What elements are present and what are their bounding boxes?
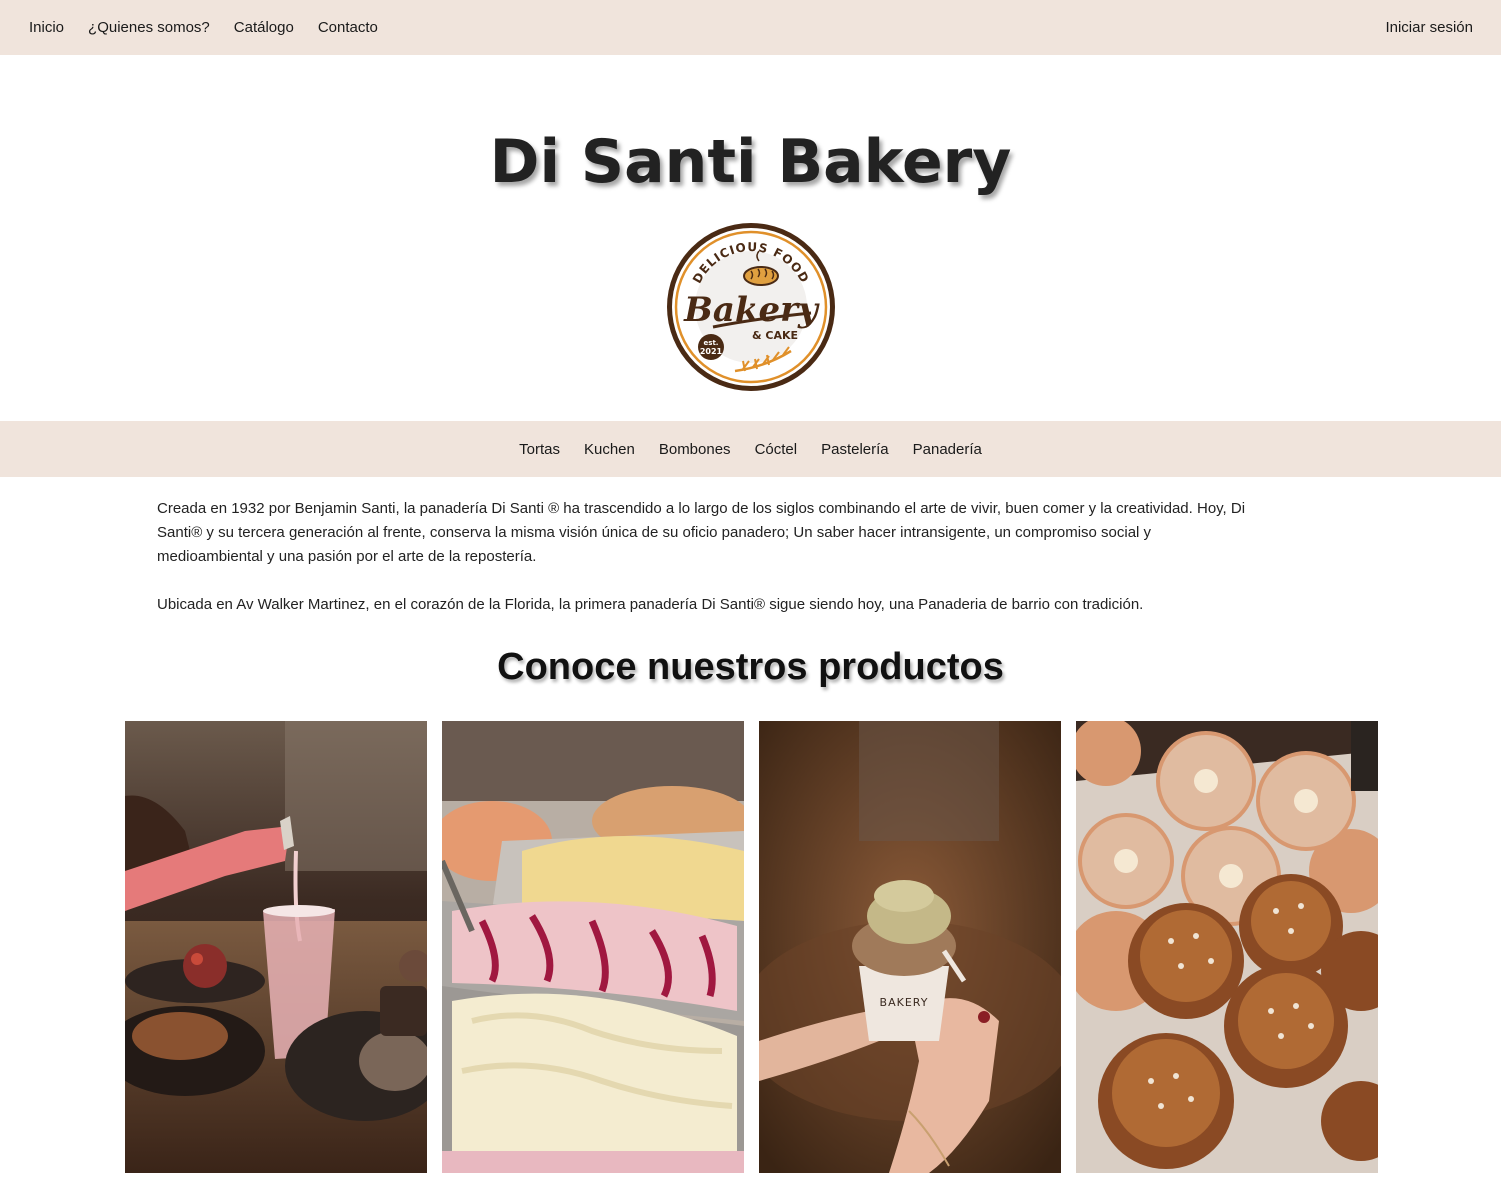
intro-paragraph-2: Ubicada en Av Walker Martinez, en el cor… xyxy=(157,596,1144,613)
category-link-bombones[interactable]: Bombones xyxy=(659,441,731,458)
nav-link-catalogo[interactable]: Catálogo xyxy=(234,19,294,36)
bakery-logo: DELICIOUS FOOD Bakery & CAKE est. 2021 xyxy=(0,221,1501,393)
logo-emblem-icon: DELICIOUS FOOD Bakery & CAKE est. 2021 xyxy=(666,223,835,391)
login-link[interactable]: Iniciar sesión xyxy=(1385,19,1473,36)
site-title: Di Santi Bakery xyxy=(489,127,1012,197)
category-navigation: Tortas Kuchen Bombones Cóctel Pastelería… xyxy=(0,421,1501,477)
product-image-drink[interactable] xyxy=(125,721,427,1173)
nav-link-quienes-somos[interactable]: ¿Quienes somos? xyxy=(88,19,210,36)
product-gallery: BAKERY xyxy=(125,721,1501,1173)
drink-pour-photo-icon xyxy=(125,721,427,1173)
product-image-donuts[interactable] xyxy=(1076,721,1378,1173)
intro-section: Creada en 1932 por Benjamin Santi, la pa… xyxy=(157,497,1257,617)
category-link-pasteleria[interactable]: Pastelería xyxy=(821,441,889,458)
products-heading: Conoce nuestros productos xyxy=(497,646,1004,688)
top-nav-links: Inicio ¿Quienes somos? Catálogo Contacto xyxy=(29,19,378,36)
product-image-ice-cream-trays[interactable] xyxy=(442,721,744,1173)
logo-badge-line1: est. xyxy=(703,339,718,347)
logo-main-text: Bakery xyxy=(683,290,820,330)
ice-cream-trays-photo-icon xyxy=(442,721,744,1173)
ice-cream-cup-photo-icon: BAKERY xyxy=(759,721,1061,1173)
donuts-photo-icon xyxy=(1076,721,1378,1173)
category-link-tortas[interactable]: Tortas xyxy=(519,441,560,458)
category-link-panaderia[interactable]: Panadería xyxy=(913,441,982,458)
top-navigation: Inicio ¿Quienes somos? Catálogo Contacto… xyxy=(0,0,1501,55)
cup-text: BAKERY xyxy=(880,996,929,1009)
product-image-ice-cream-cup[interactable]: BAKERY xyxy=(759,721,1061,1173)
nav-link-inicio[interactable]: Inicio xyxy=(29,19,64,36)
logo-sub-text: & CAKE xyxy=(751,329,797,342)
logo-badge-line2: 2021 xyxy=(699,347,722,356)
category-link-coctel[interactable]: Cóctel xyxy=(755,441,798,458)
category-link-kuchen[interactable]: Kuchen xyxy=(584,441,635,458)
intro-paragraph-1: Creada en 1932 por Benjamin Santi, la pa… xyxy=(157,500,1246,565)
nav-link-contacto[interactable]: Contacto xyxy=(318,19,378,36)
